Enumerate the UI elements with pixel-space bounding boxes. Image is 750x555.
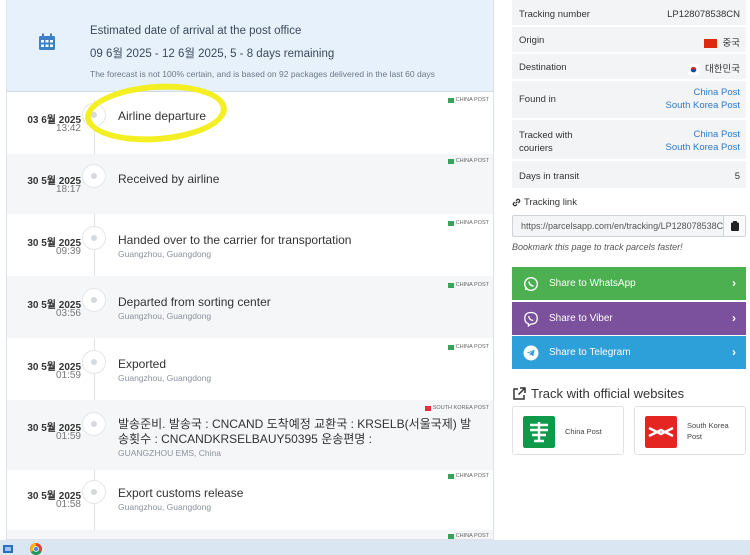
days-in-transit-value: 5 [734,171,740,182]
tracking-events-panel: Estimated date of arrival at the post of… [6,0,494,540]
clipboard-icon [730,221,739,231]
event-row: SOUTH KOREA POST 30 5월 2025 01:59 발송준비. … [7,400,493,470]
event-location: Guangzhou, Guangdong [118,249,212,259]
link-icon [512,198,521,207]
korea-post-logo [645,416,677,448]
event-source: CHINA POST [447,344,489,350]
event-location: GUANGZHOU EMS, China [118,448,221,458]
calendar-icon [39,33,55,50]
event-time: 01:59 [55,370,81,381]
official-websites-heading: Track with official websites [512,386,684,401]
info-found-in: Found in China Post South Korea Post [512,81,746,119]
share-viber-button[interactable]: Share to Viber › [512,302,746,335]
share-telegram-button[interactable]: Share to Telegram › [512,336,746,369]
event-title: Received by airline [118,172,220,186]
event-source: CHINA POST [447,97,489,103]
tracking-link-heading: Tracking link [512,197,577,208]
event-time: 09:39 [55,246,81,257]
destination-value: 대한민국 [705,64,740,75]
event-source: CHINA POST [447,533,489,539]
event-source: CHINA POST [447,282,489,288]
event-time: 01:59 [55,431,81,442]
telegram-icon [523,345,539,360]
china-post-flag-icon [447,220,454,226]
timeline-dot [82,226,106,250]
share-whatsapp-button[interactable]: Share to WhatsApp › [512,267,746,300]
event-row: CHINA POST 30 5월 2025 03:56 Departed fro… [7,276,493,338]
os-taskbar [0,540,750,555]
taskbar-app-icon[interactable] [3,543,15,555]
event-title: 발송준비. 발송국 : CNCAND 도착예정 교환국 : KRSELB(서울국… [118,417,472,446]
eta-banner: Estimated date of arrival at the post of… [7,0,493,92]
event-row: CHINA POST 03 6월 2025 13:42 Airline depa… [7,93,493,154]
event-time: 01:58 [55,499,81,510]
event-location: Guangzhou, Guangdong [118,311,212,321]
bookmark-hint: Bookmark this page to track parcels fast… [512,242,683,252]
china-post-website-card[interactable]: China Post [512,406,624,455]
timeline-dot [82,412,106,436]
timeline-dot [82,480,106,504]
found-in-china-post-link[interactable]: China Post [694,87,740,98]
event-row: CHINA POST 30 5월 2025 18:17 Received by … [7,154,493,214]
timeline-dot [82,164,106,188]
eta-title: Estimated date of arrival at the post of… [90,25,302,37]
event-row: CHINA POST 30 5월 2025 01:59 Exported Gua… [7,338,493,400]
copy-link-button[interactable] [723,216,745,236]
tracked-with-china-post-link[interactable]: China Post [694,129,740,140]
china-post-flag-icon [447,282,454,288]
tracked-with-korea-post-link[interactable]: South Korea Post [666,142,740,153]
origin-value: 중국 [722,38,740,49]
china-flag-icon [703,38,717,48]
tracking-link-input[interactable] [513,216,723,236]
whatsapp-icon [523,276,539,291]
event-source: CHINA POST [447,473,489,479]
chrome-icon[interactable] [30,543,42,555]
external-link-icon [513,386,526,400]
viber-icon [524,311,538,327]
event-title: Departed from sorting center [118,295,271,309]
event-row: CHINA POST 30 5월 2025 01:58 Export custo… [7,470,493,530]
eta-range: 09 6월 2025 - 12 6월 2025, 5 - 8 days rema… [90,48,335,60]
event-title: Export customs release [118,486,244,500]
china-post-logo [523,416,555,448]
china-post-flag-icon [447,533,454,539]
chevron-right-icon: › [732,276,736,290]
china-post-flag-icon [447,473,454,479]
event-source: CHINA POST [447,158,489,164]
chevron-right-icon: › [732,311,736,325]
event-time: 03:56 [55,308,81,319]
event-row: CHINA POST 30 5월 2025 09:39 Handed over … [7,214,493,276]
eta-note: The forecast is not 100% certain, and is… [90,69,435,79]
info-tracked-with: Tracked with couriers China Post South K… [512,120,746,160]
info-days-in-transit: Days in transit 5 [512,161,746,189]
event-title: Exported [118,357,167,371]
event-time: 13:42 [55,123,81,134]
found-in-korea-post-link[interactable]: South Korea Post [666,100,740,111]
event-location: Guangzhou, Guangdong [118,502,212,512]
timeline-dot [82,288,106,312]
south-korea-post-flag-icon [424,405,431,411]
event-location: Guangzhou, Guangdong [118,373,212,383]
info-tracking-number: Tracking number LP128078538CN [512,0,746,26]
event-source: CHINA POST [447,220,489,226]
timeline-dot [82,350,106,374]
info-origin: Origin 중국 [512,27,746,53]
tracking-number-value[interactable]: LP128078538CN [667,9,740,20]
info-destination: Destination 대한민국 [512,54,746,80]
south-korea-flag-icon [688,63,700,75]
south-korea-post-website-card[interactable]: South Korea Post [634,406,746,455]
tracking-link-box [512,215,746,237]
china-post-flag-icon [447,158,454,164]
chevron-right-icon: › [732,345,736,359]
china-post-flag-icon [447,344,454,350]
event-row: CHINA POST [7,530,493,539]
china-post-flag-icon [447,97,454,103]
event-source: SOUTH KOREA POST [424,405,489,411]
event-time: 18:17 [55,184,81,195]
event-title: Handed over to the carrier for transport… [118,233,352,247]
